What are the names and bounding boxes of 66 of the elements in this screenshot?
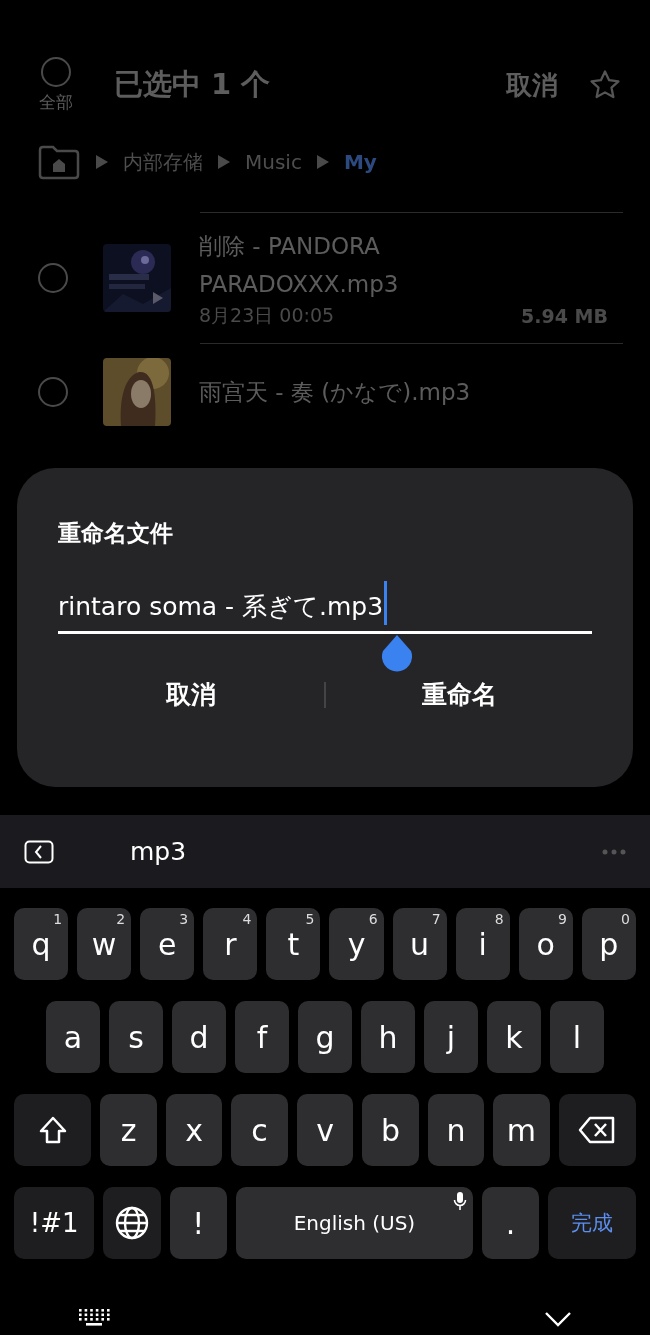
triangle-icon xyxy=(217,154,231,170)
letter-key[interactable]: j xyxy=(424,1001,478,1073)
letter-key[interactable]: s xyxy=(109,1001,163,1073)
letter-key[interactable]: d xyxy=(172,1001,226,1073)
letter-key[interactable]: u 7 xyxy=(392,908,447,980)
backspace-key[interactable] xyxy=(558,1094,637,1166)
file-name: 雨宫天 - 奏 (かなで).mp3 xyxy=(199,378,472,407)
letter-key[interactable]: o 9 xyxy=(518,908,573,980)
letter-key[interactable]: e 3 xyxy=(140,908,195,980)
dialog-title: 重命名文件 xyxy=(58,519,174,548)
letter-key[interactable]: h xyxy=(361,1001,415,1073)
file-date: 8月23日 00:05 xyxy=(199,303,335,328)
key-hint: 1 xyxy=(53,911,63,927)
letter-key[interactable]: a xyxy=(46,1001,100,1073)
letter-key[interactable]: p 0 xyxy=(581,908,636,980)
select-all-label: 全部 xyxy=(39,90,73,114)
file-size: 5.94 MB xyxy=(521,305,608,327)
chevron-down-icon[interactable] xyxy=(544,1311,572,1327)
letter-key[interactable]: c xyxy=(231,1094,288,1166)
rename-button[interactable]: 重命名 xyxy=(326,668,592,721)
back-icon[interactable] xyxy=(24,839,54,864)
key-hint: 4 xyxy=(242,911,252,927)
letter-key[interactable]: z xyxy=(100,1094,157,1166)
symbols-key[interactable]: !#1 xyxy=(14,1187,95,1259)
key-hint: 5 xyxy=(305,911,315,927)
triangle-icon xyxy=(315,154,330,170)
backspace-icon xyxy=(578,1116,617,1144)
key-hint: 6 xyxy=(368,911,378,927)
key-hint: 0 xyxy=(621,911,630,927)
file-name: 削除 - PANDORA PARADOXXX.mp3 xyxy=(199,232,400,299)
letter-key[interactable]: m xyxy=(493,1094,550,1166)
key-hint: 3 xyxy=(179,911,189,927)
microphone-icon xyxy=(452,1191,467,1211)
key-hint: 8 xyxy=(494,911,504,927)
file-checkbox[interactable] xyxy=(38,377,68,407)
letter-key[interactable]: y 6 xyxy=(329,908,384,980)
select-all-checkbox[interactable] xyxy=(41,56,71,87)
letter-key[interactable]: q 1 xyxy=(14,908,69,980)
triangle-icon xyxy=(95,154,109,170)
space-key[interactable]: English (US) xyxy=(235,1187,473,1259)
letter-key[interactable]: n xyxy=(427,1094,485,1166)
key-hint: 9 xyxy=(557,911,567,927)
letter-key[interactable]: ! xyxy=(169,1187,227,1259)
letter-key[interactable]: t 5 xyxy=(266,908,321,980)
letter-key[interactable]: l xyxy=(550,1001,604,1073)
letter-key[interactable]: . xyxy=(481,1187,540,1259)
shift-key[interactable] xyxy=(14,1094,92,1166)
key-hint: 7 xyxy=(431,911,441,927)
letter-key[interactable]: f xyxy=(235,1001,289,1073)
selection-title: 已选中 1 个 xyxy=(114,66,272,103)
key-hint: 2 xyxy=(116,911,126,927)
language-key[interactable] xyxy=(103,1187,161,1259)
keyboard-icon[interactable] xyxy=(78,1309,110,1327)
globe-icon xyxy=(115,1206,150,1240)
letter-key[interactable]: x xyxy=(165,1094,223,1166)
file-checkbox[interactable] xyxy=(38,263,68,293)
letter-key[interactable]: i 8 xyxy=(455,908,510,980)
letter-key[interactable]: g xyxy=(298,1001,352,1073)
cancel-button[interactable]: 取消 xyxy=(58,668,324,721)
file-name-input[interactable]: rintaro soma - 系ぎて.mp3 xyxy=(58,579,592,634)
letter-key[interactable]: b xyxy=(362,1094,419,1166)
letter-key[interactable]: w 2 xyxy=(77,908,132,980)
letter-key[interactable]: r 4 xyxy=(203,908,258,980)
letter-key[interactable]: k xyxy=(487,1001,541,1073)
done-key[interactable]: 完成 xyxy=(548,1187,636,1259)
letter-key[interactable]: v xyxy=(296,1094,354,1166)
